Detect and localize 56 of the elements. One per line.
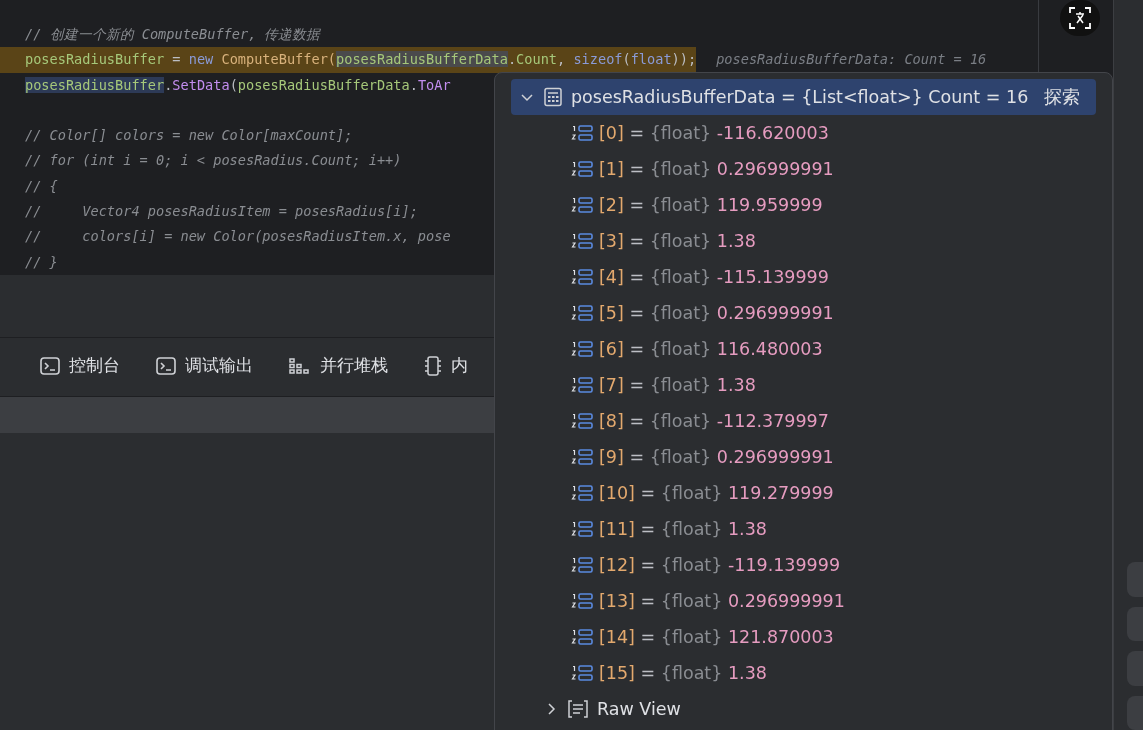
variable-summary: posesRadiusBufferData = {List<float>} Count = 16 xyxy=(571,87,1029,107)
code-line: posesRadiusBuffer.SetData(posesRadiusBufferData.ToAr xyxy=(24,75,451,95)
translate-icon xyxy=(1069,7,1091,29)
panel-tab[interactable]: 内 xyxy=(424,338,468,396)
array-element-value: [9] = {float} 0.296999991 xyxy=(599,447,834,467)
list-item-icon xyxy=(571,664,593,682)
array-element-value: [1] = {float} 0.296999991 xyxy=(599,159,834,179)
list-item-icon xyxy=(571,124,593,142)
raw-view-label[interactable]: Raw View xyxy=(597,699,681,719)
array-element-value: [13] = {float} 0.296999991 xyxy=(599,591,845,611)
calculator-icon xyxy=(543,87,563,107)
terminal-icon xyxy=(156,356,176,375)
inline-value-hint: posesRadiusBufferData: Count = 16 xyxy=(716,50,987,70)
code-line: // } xyxy=(24,252,58,272)
list-item-icon xyxy=(571,340,593,358)
code-line: // 创建一个新的 ComputeBuffer, 传递数据 xyxy=(24,25,321,44)
code-line: // for (int i = 0; i < posesRadius.Count; i++) xyxy=(24,151,402,171)
list-item-icon xyxy=(571,448,593,466)
list-item-icon xyxy=(571,484,593,502)
chip-icon xyxy=(424,355,442,376)
list-item-icon xyxy=(571,628,593,646)
array-element-value: [5] = {float} 0.296999991 xyxy=(599,303,834,323)
datatip-header-row[interactable]: posesRadiusBufferData = {List<float>} Count = 16 探索 xyxy=(511,79,1096,115)
array-element-value: [12] = {float} -119.139999 xyxy=(599,555,841,575)
list-item-icon xyxy=(571,520,593,538)
list-item-icon xyxy=(571,592,593,610)
panel-tab[interactable]: 并行堆栈 xyxy=(289,338,388,396)
array-element-value: [7] = {float} 1.38 xyxy=(599,375,756,395)
array-element-value: [0] = {float} -116.620003 xyxy=(599,123,829,143)
list-item-icon xyxy=(571,376,593,394)
raw-view-icon xyxy=(567,699,589,719)
list-item-icon xyxy=(571,412,593,430)
array-element-value: [10] = {float} 119.279999 xyxy=(599,483,834,503)
array-element-value: [3] = {float} 1.38 xyxy=(599,231,756,251)
array-element-value: [15] = {float} 1.38 xyxy=(599,663,767,683)
panel-tab[interactable]: 调试输出 xyxy=(156,338,253,396)
code-line: // { xyxy=(24,176,58,196)
list-item-icon xyxy=(571,232,593,250)
array-element-value: [6] = {float} 116.480003 xyxy=(599,339,823,359)
code-line: // colors[i] = new Color(posesRadiusItem.x, pose xyxy=(24,227,451,247)
list-item-icon xyxy=(571,304,593,322)
terminal-icon xyxy=(40,356,60,375)
list-item-icon xyxy=(571,160,593,178)
explore-link[interactable]: 探索 xyxy=(1044,85,1081,109)
list-item-icon xyxy=(571,268,593,286)
list-item-icon xyxy=(571,196,593,214)
code-line: // Color[] colors = new Color[maxCount]; xyxy=(24,126,353,146)
array-element-value: [11] = {float} 1.38 xyxy=(599,519,767,539)
array-element-value: [14] = {float} 121.870003 xyxy=(599,627,834,647)
panel-tab[interactable]: 控制台 xyxy=(40,338,120,396)
array-element-value: [8] = {float} -112.379997 xyxy=(599,411,829,431)
list-item-icon xyxy=(571,556,593,574)
array-element-value: [4] = {float} -115.139999 xyxy=(599,267,829,287)
stack-icon xyxy=(289,357,311,374)
code-line: // Vector4 posesRadiusItem = posesRadius[i]; xyxy=(24,202,418,222)
array-element-value: [2] = {float} 119.959999 xyxy=(599,195,823,215)
